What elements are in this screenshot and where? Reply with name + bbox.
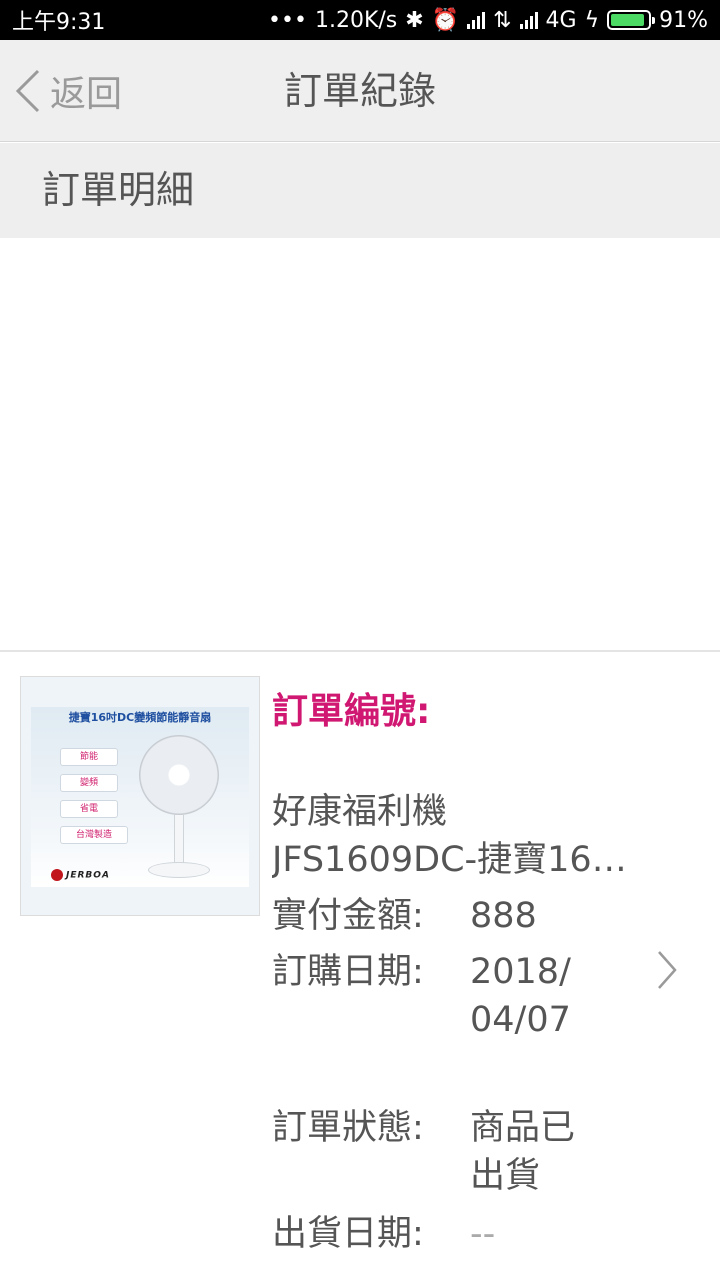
signal-icon-2 bbox=[519, 11, 538, 29]
fan-stand bbox=[174, 815, 184, 867]
order-status-label: 訂單狀態: bbox=[272, 1108, 424, 1148]
order-status-value: 商品已出貨 bbox=[470, 1108, 576, 1196]
order-date-value: 2018/04/07 bbox=[470, 952, 571, 1040]
order-card[interactable]: 捷寶16吋DC變頻節能靜音扇 節能 變頻 省電 台灣製造 JERBOA 訂單編號… bbox=[0, 650, 720, 1280]
status-time: 上午9:31 bbox=[12, 10, 106, 35]
status-icons: ••• 1.20K/s ✱ ⏰ ⇅ 4G ϟ 91% bbox=[268, 8, 708, 33]
order-status-row: 訂單狀態: 商品已出貨 bbox=[272, 1104, 600, 1200]
network-type: 4G bbox=[545, 7, 577, 33]
product-image-background bbox=[31, 707, 249, 887]
amount-value: 888 bbox=[470, 896, 537, 936]
network-speed: 1.20K/s bbox=[314, 7, 398, 33]
ship-date-value: -- bbox=[470, 1214, 496, 1254]
signal-icon bbox=[467, 11, 486, 29]
brand-name: JERBOA bbox=[66, 870, 110, 881]
product-tag: 變頻 bbox=[61, 775, 117, 791]
bluetooth-icon: ✱ bbox=[405, 7, 424, 33]
nav-bar: 返回 訂單紀錄 bbox=[0, 40, 720, 142]
product-tag: 省電 bbox=[61, 801, 117, 817]
product-name: 好康福利機 JFS1609DC-捷寶16吋DC變頻節能靜音扇 bbox=[272, 788, 642, 884]
alarm-icon: ⏰ bbox=[431, 7, 460, 33]
ship-date-row: 出貨日期: -- bbox=[272, 1210, 620, 1258]
battery-percent: 91% bbox=[659, 7, 708, 33]
product-image-title: 捷寶16吋DC變頻節能靜音扇 bbox=[68, 711, 212, 724]
product-tag: 台灣製造 bbox=[61, 827, 127, 843]
chevron-right-icon[interactable] bbox=[655, 948, 679, 992]
battery-icon bbox=[607, 10, 656, 30]
section-header: 訂單明細 bbox=[0, 143, 720, 238]
brand-logo: JERBOA bbox=[51, 869, 110, 881]
ship-date-label: 出貨日期: bbox=[272, 1214, 424, 1254]
fan-base bbox=[149, 863, 209, 877]
product-name-line2: JFS1609DC-捷寶16吋DC變頻節能靜音扇 bbox=[272, 840, 642, 880]
more-dots-icon: ••• bbox=[268, 7, 307, 33]
product-tag: 節能 bbox=[61, 749, 117, 765]
order-date-label: 訂購日期: bbox=[272, 952, 424, 992]
amount-label: 實付金額: bbox=[272, 896, 424, 936]
fan-illustration bbox=[139, 735, 219, 815]
amount-row: 實付金額: 888 bbox=[272, 892, 620, 940]
product-image: 捷寶16吋DC變頻節能靜音扇 節能 變頻 省電 台灣製造 JERBOA bbox=[20, 676, 260, 916]
brand-mark-icon bbox=[51, 869, 63, 881]
data-transfer-icon: ⇅ bbox=[493, 7, 512, 33]
page-title: 訂單紀錄 bbox=[283, 69, 436, 113]
product-name-line1: 好康福利機 bbox=[272, 792, 448, 832]
charging-icon: ϟ bbox=[584, 7, 600, 33]
status-bar: 上午9:31 ••• 1.20K/s ✱ ⏰ ⇅ 4G ϟ 91% bbox=[0, 0, 720, 40]
order-date-row: 訂購日期: 2018/04/07 bbox=[272, 948, 582, 1044]
order-number-label: 訂單編號: bbox=[272, 691, 431, 732]
